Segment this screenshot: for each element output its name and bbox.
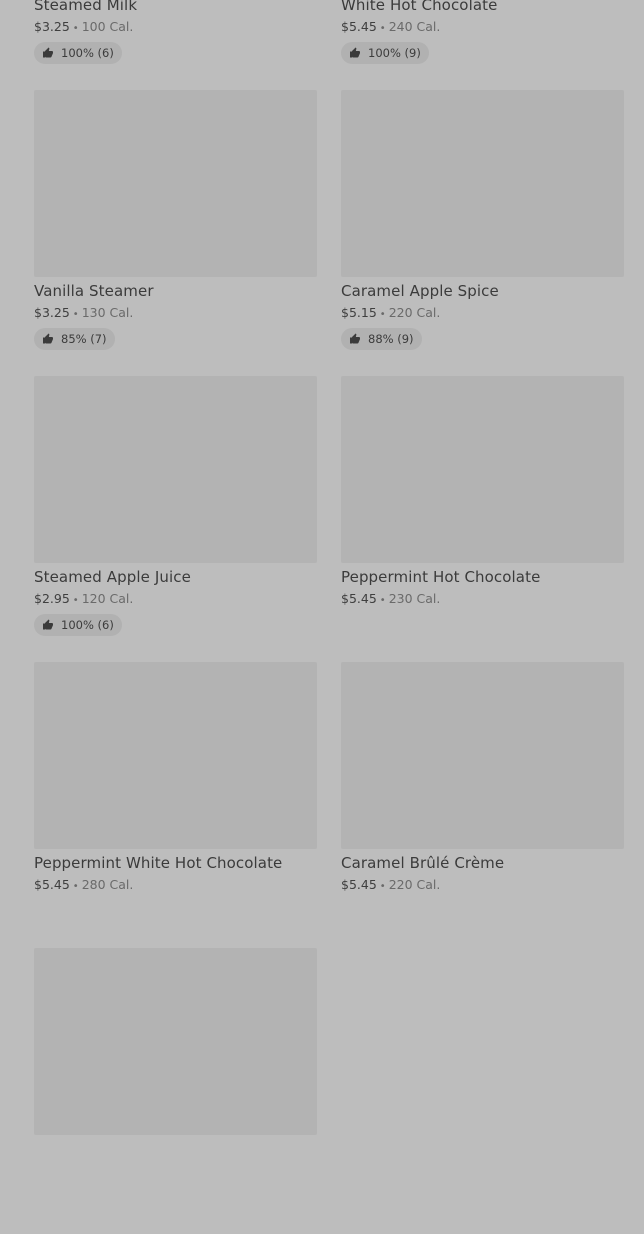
separator-dot: • xyxy=(72,881,79,892)
product-calories: 120 Cal. xyxy=(81,591,134,606)
product-price: $5.45 xyxy=(341,591,377,606)
menu-item-card[interactable]: White Hot Chocolate $5.45 • 240 Cal. 100% … xyxy=(341,0,624,90)
product-name[interactable]: Steamed Milk xyxy=(34,0,317,15)
product-meta: $3.25 • 130 Cal. xyxy=(34,305,317,322)
menu-item-grid: Steamed Milk $3.25 • 100 Cal. 100% (6) Whi… xyxy=(34,0,624,1234)
menu-item-card[interactable]: Caramel Brûlé Crème $5.45 • 220 Cal. xyxy=(341,662,624,948)
menu-item-card[interactable]: Peppermint Hot Chocolate $5.45 • 230 Cal. xyxy=(341,376,624,662)
menu-item-card[interactable]: Caramel Apple Spice $5.15 • 220 Cal. 88% (… xyxy=(341,90,624,376)
thumbs-up-icon xyxy=(43,47,53,58)
product-calories: 220 Cal. xyxy=(388,877,441,892)
product-price: $5.45 xyxy=(341,19,377,34)
product-name[interactable]: Peppermint Hot Chocolate xyxy=(341,568,624,587)
product-meta: $5.45 • 230 Cal. xyxy=(341,591,624,608)
product-meta: $5.45 • 280 Cal. xyxy=(34,877,317,894)
product-price: $5.45 xyxy=(341,877,377,892)
rating-text: 85% (7) xyxy=(61,332,107,346)
product-price: $2.95 xyxy=(34,591,70,606)
menu-item-card[interactable]: Steamed Milk $3.25 • 100 Cal. 100% (6) xyxy=(34,0,317,90)
product-name[interactable]: Steamed Apple Juice xyxy=(34,568,317,587)
product-price: $5.15 xyxy=(341,305,377,320)
separator-dot: • xyxy=(379,881,386,892)
separator-dot: • xyxy=(379,595,386,606)
separator-dot: • xyxy=(379,309,386,320)
product-name[interactable]: Vanilla Steamer xyxy=(34,282,317,301)
product-image-placeholder[interactable] xyxy=(34,948,317,1135)
product-image-placeholder[interactable] xyxy=(34,376,317,563)
product-meta: $5.45 • 220 Cal. xyxy=(341,877,624,894)
product-name[interactable]: White Hot Chocolate xyxy=(341,0,624,15)
product-calories: 220 Cal. xyxy=(388,305,441,320)
product-calories: 100 Cal. xyxy=(81,19,134,34)
menu-item-card[interactable]: Peppermint White Hot Chocolate $5.45 • 280… xyxy=(34,662,317,948)
product-meta: $5.15 • 220 Cal. xyxy=(341,305,624,322)
separator-dot: • xyxy=(72,23,79,34)
rating-badge: 85% (7) xyxy=(34,328,115,350)
product-calories: 280 Cal. xyxy=(81,877,134,892)
product-price: $3.25 xyxy=(34,19,70,34)
product-image-placeholder[interactable] xyxy=(341,376,624,563)
thumbs-up-icon xyxy=(350,333,360,344)
thumbs-up-icon xyxy=(350,47,360,58)
separator-dot: • xyxy=(72,309,79,320)
product-meta: $3.25 • 100 Cal. xyxy=(34,19,317,36)
product-image-placeholder[interactable] xyxy=(341,90,624,277)
product-name[interactable]: Caramel Brûlé Crème xyxy=(341,854,624,873)
product-calories: 130 Cal. xyxy=(81,305,134,320)
rating-badge: 100% (9) xyxy=(341,42,429,64)
menu-item-card[interactable]: Steamed Apple Juice $2.95 • 120 Cal. 100% … xyxy=(34,376,317,662)
product-image-placeholder[interactable] xyxy=(34,662,317,849)
product-calories: 240 Cal. xyxy=(388,19,441,34)
rating-badge: 100% (6) xyxy=(34,614,122,636)
rating-badge: 88% (9) xyxy=(341,328,422,350)
rating-text: 88% (9) xyxy=(368,332,414,346)
menu-item-card[interactable]: Vanilla Steamer $3.25 • 130 Cal. 85% (7) xyxy=(34,90,317,376)
thumbs-up-icon xyxy=(43,619,53,630)
separator-dot: • xyxy=(379,23,386,34)
rating-text: 100% (6) xyxy=(61,46,114,60)
menu-item-card[interactable] xyxy=(34,948,317,1234)
product-calories: 230 Cal. xyxy=(388,591,441,606)
separator-dot: • xyxy=(72,595,79,606)
product-price: $5.45 xyxy=(34,877,70,892)
rating-text: 100% (6) xyxy=(61,618,114,632)
product-image-placeholder[interactable] xyxy=(34,90,317,277)
thumbs-up-icon xyxy=(43,333,53,344)
product-name[interactable]: Caramel Apple Spice xyxy=(341,282,624,301)
rating-badge: 100% (6) xyxy=(34,42,122,64)
product-price: $3.25 xyxy=(34,305,70,320)
rating-text: 100% (9) xyxy=(368,46,421,60)
product-meta: $5.45 • 240 Cal. xyxy=(341,19,624,36)
product-meta: $2.95 • 120 Cal. xyxy=(34,591,317,608)
product-name[interactable]: Peppermint White Hot Chocolate xyxy=(34,854,317,873)
product-image-placeholder[interactable] xyxy=(341,662,624,849)
